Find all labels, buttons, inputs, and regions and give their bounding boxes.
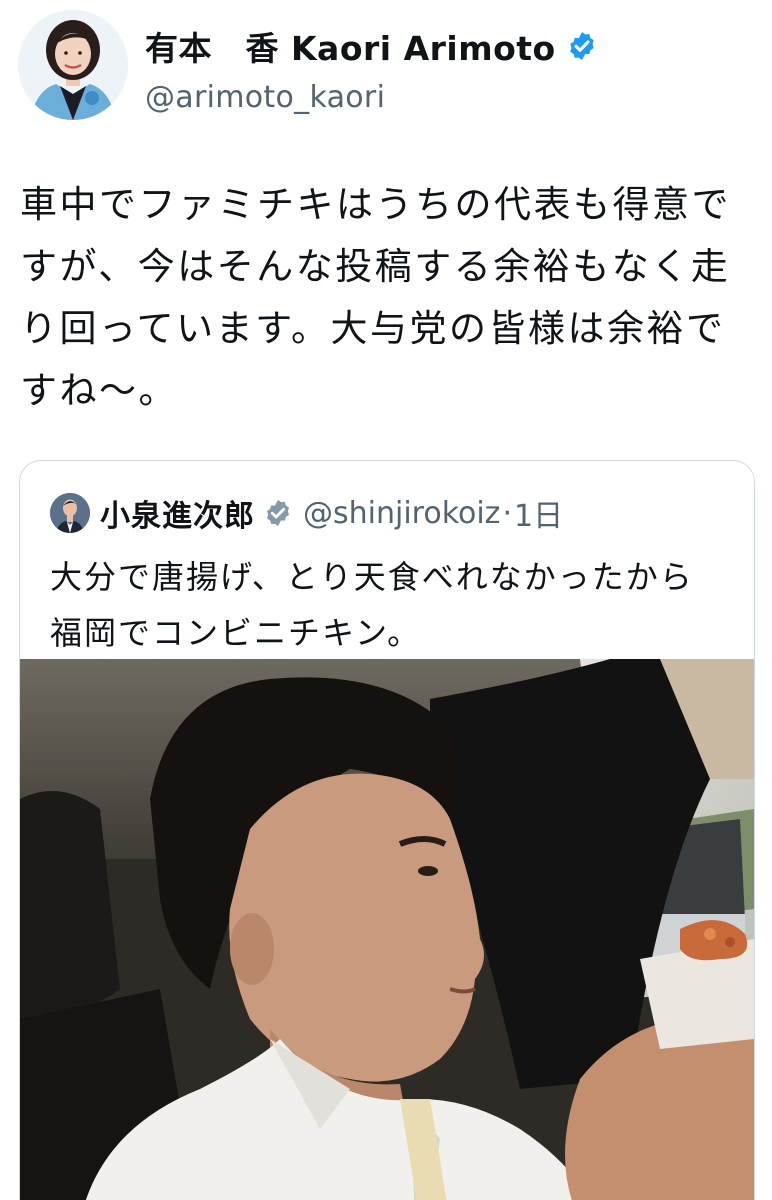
post-text-line: すが、今はそんな投稿する余裕もなく走 — [20, 245, 731, 288]
quoted-tweet-header: 小泉進次郎 @shinjirokoiz · 1日 — [50, 491, 563, 535]
video-frame-image — [20, 659, 754, 1200]
tweet-screenshot: 有本 香 Kaori Arimoto @arimoto_kaori 車中でファミ… — [0, 0, 772, 1200]
post-text: 車中でファミチキはうちの代表も得意で すが、今はそんな投稿する余裕もなく走 り回… — [20, 174, 740, 422]
verified-badge-icon — [569, 32, 594, 60]
author-handle[interactable]: @arimoto_kaori — [145, 80, 598, 115]
post-text-line: 車中でファミチキはうちの代表も得意で — [20, 183, 731, 226]
quoted-timestamp[interactable]: 1日 — [514, 491, 563, 535]
author-avatar[interactable] — [18, 10, 128, 120]
author-avatar-image — [18, 10, 128, 120]
post-header: 有本 香 Kaori Arimoto @arimoto_kaori — [18, 10, 758, 120]
video-thumbnail[interactable] — [20, 659, 754, 1200]
author-info: 有本 香 Kaori Arimoto @arimoto_kaori — [145, 22, 598, 115]
quoted-text-line: 大分で唐揚げ、とり天食べれなかったから — [50, 558, 694, 596]
dot-separator: · — [502, 495, 512, 531]
quoted-text-line: 福岡でコンビニチキン。 — [50, 614, 422, 652]
verified-badge-gray-icon — [267, 499, 289, 527]
post-text-line: すね〜。 — [20, 369, 178, 412]
quoted-author-avatar[interactable] — [50, 493, 90, 533]
quoted-tweet-text: 大分で唐揚げ、とり天食べれなかったから 福岡でコンビニチキン。 — [50, 549, 740, 661]
author-display-name[interactable]: 有本 香 Kaori Arimoto — [145, 22, 556, 70]
quoted-author-display-name[interactable]: 小泉進次郎 — [100, 491, 255, 535]
post-text-line: り回っています。大与党の皆様は余裕で — [20, 307, 726, 350]
quoted-author-avatar-image — [50, 493, 90, 533]
quoted-author-handle[interactable]: @shinjirokoiz — [303, 496, 500, 531]
quoted-tweet[interactable]: 小泉進次郎 @shinjirokoiz · 1日 大分で唐揚げ、とり天食べれなか… — [19, 460, 755, 1200]
